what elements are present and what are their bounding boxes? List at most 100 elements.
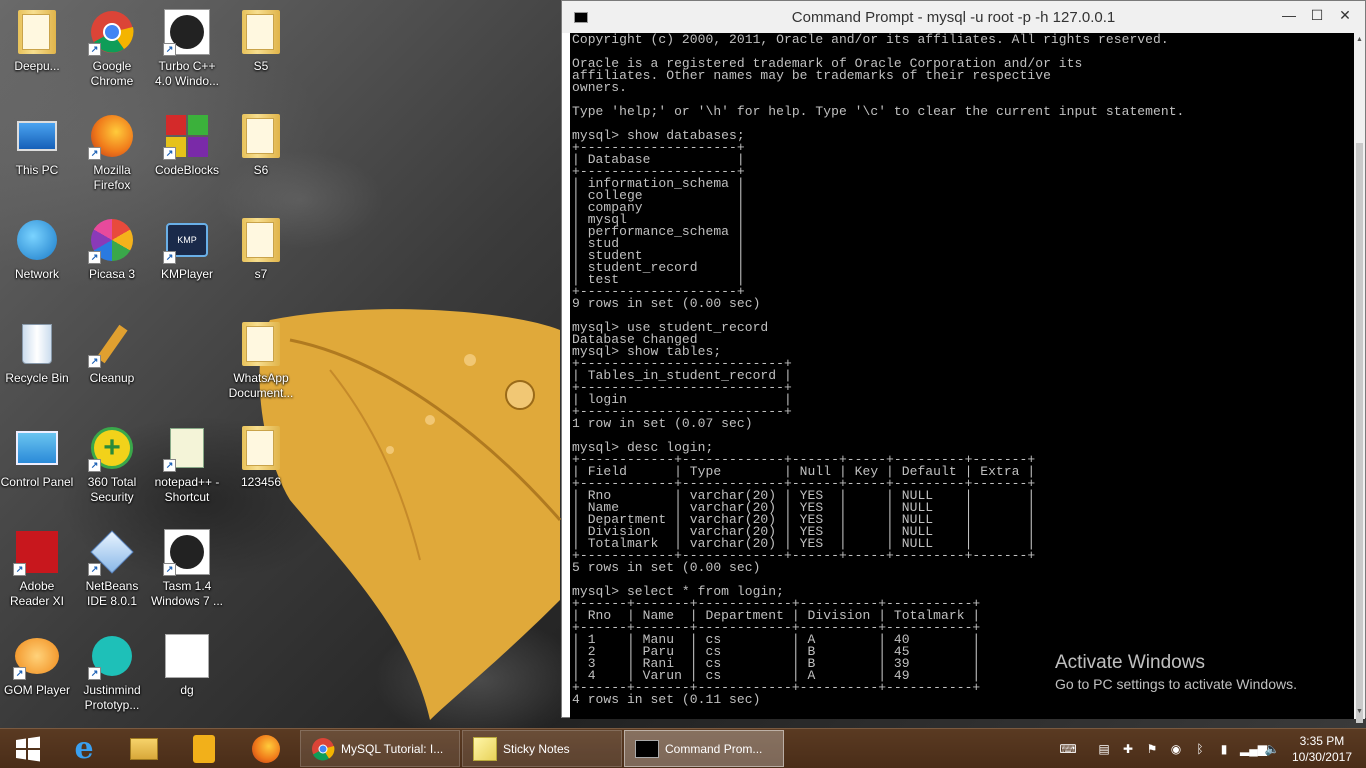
taskbar-internet-explorer[interactable]: e [56,731,112,767]
desktop-icon-this-pc[interactable]: This PC [0,112,74,178]
notes-app-icon [193,735,215,763]
task-label: Sticky Notes [503,741,570,756]
vertical-scrollbar[interactable]: ▲ ▼ [1354,33,1365,723]
maximize-button[interactable]: ☐ [1305,5,1329,25]
folder-icon [237,216,285,264]
folder-icon [237,8,285,56]
volume-icon[interactable]: 🔈 [1264,741,1280,757]
desktop-icon-123456[interactable]: 123456 [224,424,298,490]
desktop-icon-label: NetBeans IDE 8.0.1 [85,579,139,608]
sticky-notes-icon [473,736,497,761]
firefox-icon [252,735,280,763]
desktop-icon-label: Tasm 1.4 Windows 7 ... [150,579,224,608]
bluetooth-icon[interactable]: ᛒ [1192,741,1208,757]
desktop-icon-mozilla-firefox[interactable]: ↗ Mozilla Firefox [75,112,149,193]
taskbar-task-sticky-notes[interactable]: Sticky Notes [462,730,622,767]
desktop-icon-s7[interactable]: s7 [224,216,298,282]
desktop-icon-justinmind[interactable]: ↗ Justinmind Prototyp... [75,632,149,713]
clock-date: 10/30/2017 [1291,750,1352,764]
desktop-icon-picasa[interactable]: ↗ Picasa 3 [75,216,149,282]
codeblocks-icon: ↗ [163,112,211,160]
close-button[interactable]: ✕ [1333,5,1357,25]
desktop-icon-codeblocks[interactable]: ↗ CodeBlocks [150,112,224,178]
console-line: owners. [572,80,627,95]
scrollbar-thumb[interactable] [1356,143,1363,723]
console-line: 9 rows in set (0.00 sec) [572,296,761,311]
scroll-up-arrow-icon[interactable]: ▲ [1354,35,1365,45]
app-tray-icon[interactable]: ◉ [1168,741,1184,757]
activate-windows-watermark: Activate Windows Go to PC settings to ac… [1055,652,1297,694]
desktop-icon-kmplayer[interactable]: KMP ↗ KMPlayer [150,216,224,282]
touch-keyboard-icon[interactable]: ⌨ [1054,741,1082,757]
taskbar-file-explorer[interactable] [116,731,172,767]
desktop-icon-deepu[interactable]: Deepu... [0,8,74,74]
clock-time: 3:35 PM [1299,734,1345,748]
recycle-bin-icon [13,320,61,368]
desktop-icon-notepad-plus-plus[interactable]: ↗ notepad++ - Shortcut [150,424,224,505]
scroll-down-arrow-icon[interactable]: ▼ [1354,707,1365,717]
desktop-icon-netbeans[interactable]: ↗ NetBeans IDE 8.0.1 [75,528,149,609]
shortcut-arrow-icon: ↗ [163,459,176,472]
desktop-icon-label: 123456 [240,475,282,489]
desktop-icon-turbo-cpp[interactable]: ↗ Turbo C++ 4.0 Windo... [150,8,224,89]
desktop-icon-network[interactable]: Network [0,216,74,282]
picasa-icon: ↗ [88,216,136,264]
shortcut-arrow-icon: ↗ [163,147,176,160]
desktop-icon-360-total-security[interactable]: + ↗ 360 Total Security [75,424,149,505]
wifi-signal-icon[interactable]: ▂▄▆ [1240,741,1267,757]
shortcut-arrow-icon: ↗ [163,251,176,264]
desktop-icon-whatsapp-document[interactable]: WhatsApp Document... [224,320,298,401]
folder-icon [237,424,285,472]
desktop-icon-label: Network [14,267,59,281]
desktop-icon-adobe-reader[interactable]: ↗ Adobe Reader XI [0,528,74,609]
action-center-icon[interactable]: ▤ [1096,741,1112,757]
desktop-icon-recycle-bin[interactable]: Recycle Bin [0,320,74,386]
file-explorer-icon [130,738,158,760]
computer-icon [13,112,61,160]
shortcut-arrow-icon: ↗ [163,43,176,56]
desktop-icon-label: S6 [253,163,269,177]
desktop-icon-s5[interactable]: S5 [224,8,298,74]
desktop-icon-google-chrome[interactable]: ↗ Google Chrome [75,8,149,89]
flag-icon[interactable]: ⚑ [1144,741,1160,757]
desktop-icon-label: Mozilla Firefox [93,163,131,192]
window-titlebar[interactable]: Command Prompt - mysql -u root -p -h 127… [562,1,1365,33]
desktop-icon-cleanup[interactable]: ↗ Cleanup [75,320,149,386]
battery-icon[interactable]: ▮ [1216,741,1232,757]
desktop-icon-label: KMPlayer [160,267,213,281]
firefox-icon: ↗ [88,112,136,160]
desktop-icon-label: Control Panel [0,475,74,489]
desktop-icon-tasm[interactable]: ↗ Tasm 1.4 Windows 7 ... [150,528,224,609]
security-shield-icon[interactable]: ✚ [1120,741,1136,757]
console-line: Copyright (c) 2000, 2011, Oracle and/or … [572,33,1169,47]
taskbar-task-chrome[interactable]: MySQL Tutorial: I... [300,730,460,767]
console-output[interactable]: Copyright (c) 2000, 2011, Oracle and/or … [570,33,1356,719]
desktop-icon-label: Picasa 3 [88,267,136,281]
internet-explorer-icon: e [74,731,94,766]
desktop-icon-gom-player[interactable]: ↗ GOM Player [0,632,74,698]
desktop-icon-label: Recycle Bin [5,371,69,385]
taskbar-clock[interactable]: 3:35 PM 10/30/2017 [1292,733,1352,765]
desktop-icon-control-panel[interactable]: Control Panel [0,424,74,490]
notepad-plus-plus-icon: ↗ [163,424,211,472]
taskbar-notes-app[interactable] [176,731,232,767]
chrome-icon [312,737,335,760]
desktop-icon-label: dg [180,683,194,697]
shortcut-arrow-icon: ↗ [163,563,176,576]
command-prompt-window[interactable]: Command Prompt - mysql -u root -p -h 127… [561,0,1366,723]
minimize-button[interactable]: — [1277,5,1301,25]
desktop-icon-label: Adobe Reader XI [9,579,65,608]
desktop-icon-label: Cleanup [89,371,135,385]
tasm-icon: ↗ [163,528,211,576]
netbeans-cube-icon: ↗ [88,528,136,576]
desktop-icon-dg[interactable]: dg [150,632,224,698]
desktop-icon-label: notepad++ - Shortcut [154,475,220,504]
desktop-icon-label: Justinmind Prototyp... [83,683,141,712]
console-line: 5 rows in set (0.00 sec) [572,560,761,575]
taskbar-firefox[interactable] [238,731,294,767]
taskbar-task-command-prompt[interactable]: Command Prom... [624,730,784,767]
desktop-icon-s6[interactable]: S6 [224,112,298,178]
start-button[interactable] [0,731,56,767]
control-panel-icon [13,424,61,472]
desktop-icon-label: CodeBlocks [154,163,220,177]
